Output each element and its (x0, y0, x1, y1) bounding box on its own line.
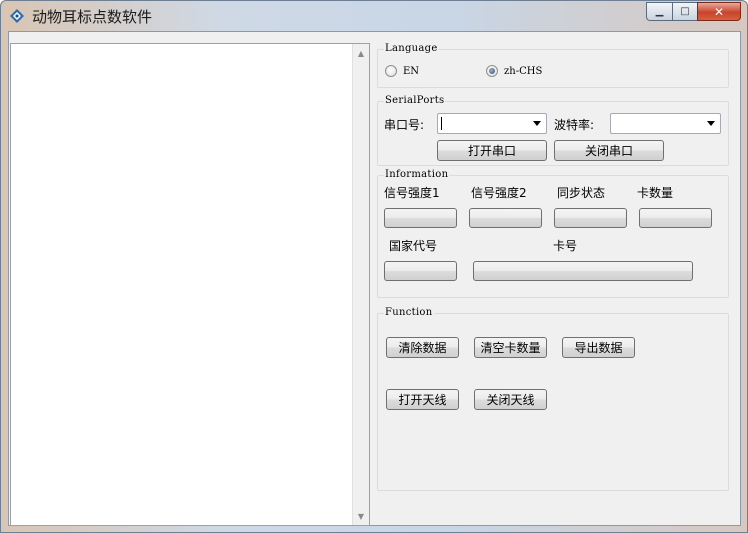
signal1-label: 信号强度1 (384, 186, 440, 200)
export-data-button[interactable]: 导出数据 (562, 337, 635, 358)
open-antenna-button[interactable]: 打开天线 (386, 389, 459, 410)
port-select[interactable] (437, 113, 547, 134)
clear-card-count-button[interactable]: 清空卡数量 (474, 337, 547, 358)
card-count-label: 卡数量 (637, 186, 674, 200)
close-port-button[interactable]: 关闭串口 (554, 140, 664, 161)
minimize-button[interactable]: ▁ (646, 2, 672, 21)
text-cursor (441, 117, 442, 130)
radio-en-circle[interactable] (385, 65, 397, 77)
serialports-group-title: SerialPorts (384, 95, 446, 106)
sync-status-value[interactable] (554, 208, 627, 228)
signal2-value[interactable] (469, 208, 542, 228)
maximize-icon: □ (680, 6, 690, 17)
information-group-title: Information (384, 169, 450, 180)
data-list[interactable]: ▲ ▼ (10, 43, 370, 526)
signal2-label: 信号强度2 (471, 186, 527, 200)
country-code-value[interactable] (384, 261, 457, 281)
title-bar[interactable]: 动物耳标点数软件 ▁ □ ✕ (1, 1, 747, 31)
function-group-title: Function (384, 307, 434, 318)
client-area: ▲ ▼ Language EN zh-CHS SerialPorts 串口号: (8, 31, 741, 526)
scroll-up-icon[interactable]: ▲ (353, 45, 369, 61)
radio-en-label: EN (403, 65, 420, 77)
radio-zh-chs-label: zh-CHS (504, 65, 543, 77)
chevron-down-icon[interactable] (707, 121, 715, 126)
serialports-group: SerialPorts 串口号: 波特率: 打开串口 关闭串口 (377, 95, 729, 166)
close-window-button[interactable]: ✕ (697, 2, 741, 21)
card-count-value[interactable] (639, 208, 712, 228)
function-group: Function 清除数据 清空卡数量 导出数据 打开天线 关闭天线 (377, 307, 729, 491)
close-antenna-button[interactable]: 关闭天线 (474, 389, 547, 410)
window-title: 动物耳标点数软件 (32, 8, 153, 26)
maximize-button[interactable]: □ (672, 2, 697, 21)
radio-zh-chs[interactable]: zh-CHS (486, 65, 542, 77)
scroll-down-icon[interactable]: ▼ (353, 508, 369, 524)
signal1-value[interactable] (384, 208, 457, 228)
minimize-icon: ▁ (655, 6, 664, 17)
close-icon: ✕ (713, 4, 725, 19)
baud-label: 波特率: (554, 118, 595, 132)
sync-status-label: 同步状态 (557, 186, 606, 200)
caption-buttons: ▁ □ ✕ (646, 2, 741, 22)
vertical-scrollbar[interactable]: ▲ ▼ (352, 44, 369, 525)
radio-zh-chs-circle[interactable] (486, 65, 498, 77)
baud-select[interactable] (610, 113, 721, 134)
card-number-label: 卡号 (553, 239, 578, 253)
open-port-button[interactable]: 打开串口 (437, 140, 547, 161)
country-code-label: 国家代号 (389, 239, 438, 253)
clear-data-button[interactable]: 清除数据 (386, 337, 459, 358)
app-window: 动物耳标点数软件 ▁ □ ✕ ▲ ▼ Language EN zh-CHS Se… (0, 0, 748, 533)
radio-en[interactable]: EN (385, 65, 419, 77)
app-logo-icon (10, 9, 24, 23)
card-number-value[interactable] (473, 261, 693, 281)
chevron-down-icon[interactable] (533, 121, 541, 126)
language-group-title: Language (384, 43, 439, 54)
port-label: 串口号: (384, 118, 425, 132)
information-group: Information 信号强度1 信号强度2 同步状态 卡数量 国家代号 卡号 (377, 169, 729, 298)
language-group: Language EN zh-CHS (377, 43, 729, 88)
